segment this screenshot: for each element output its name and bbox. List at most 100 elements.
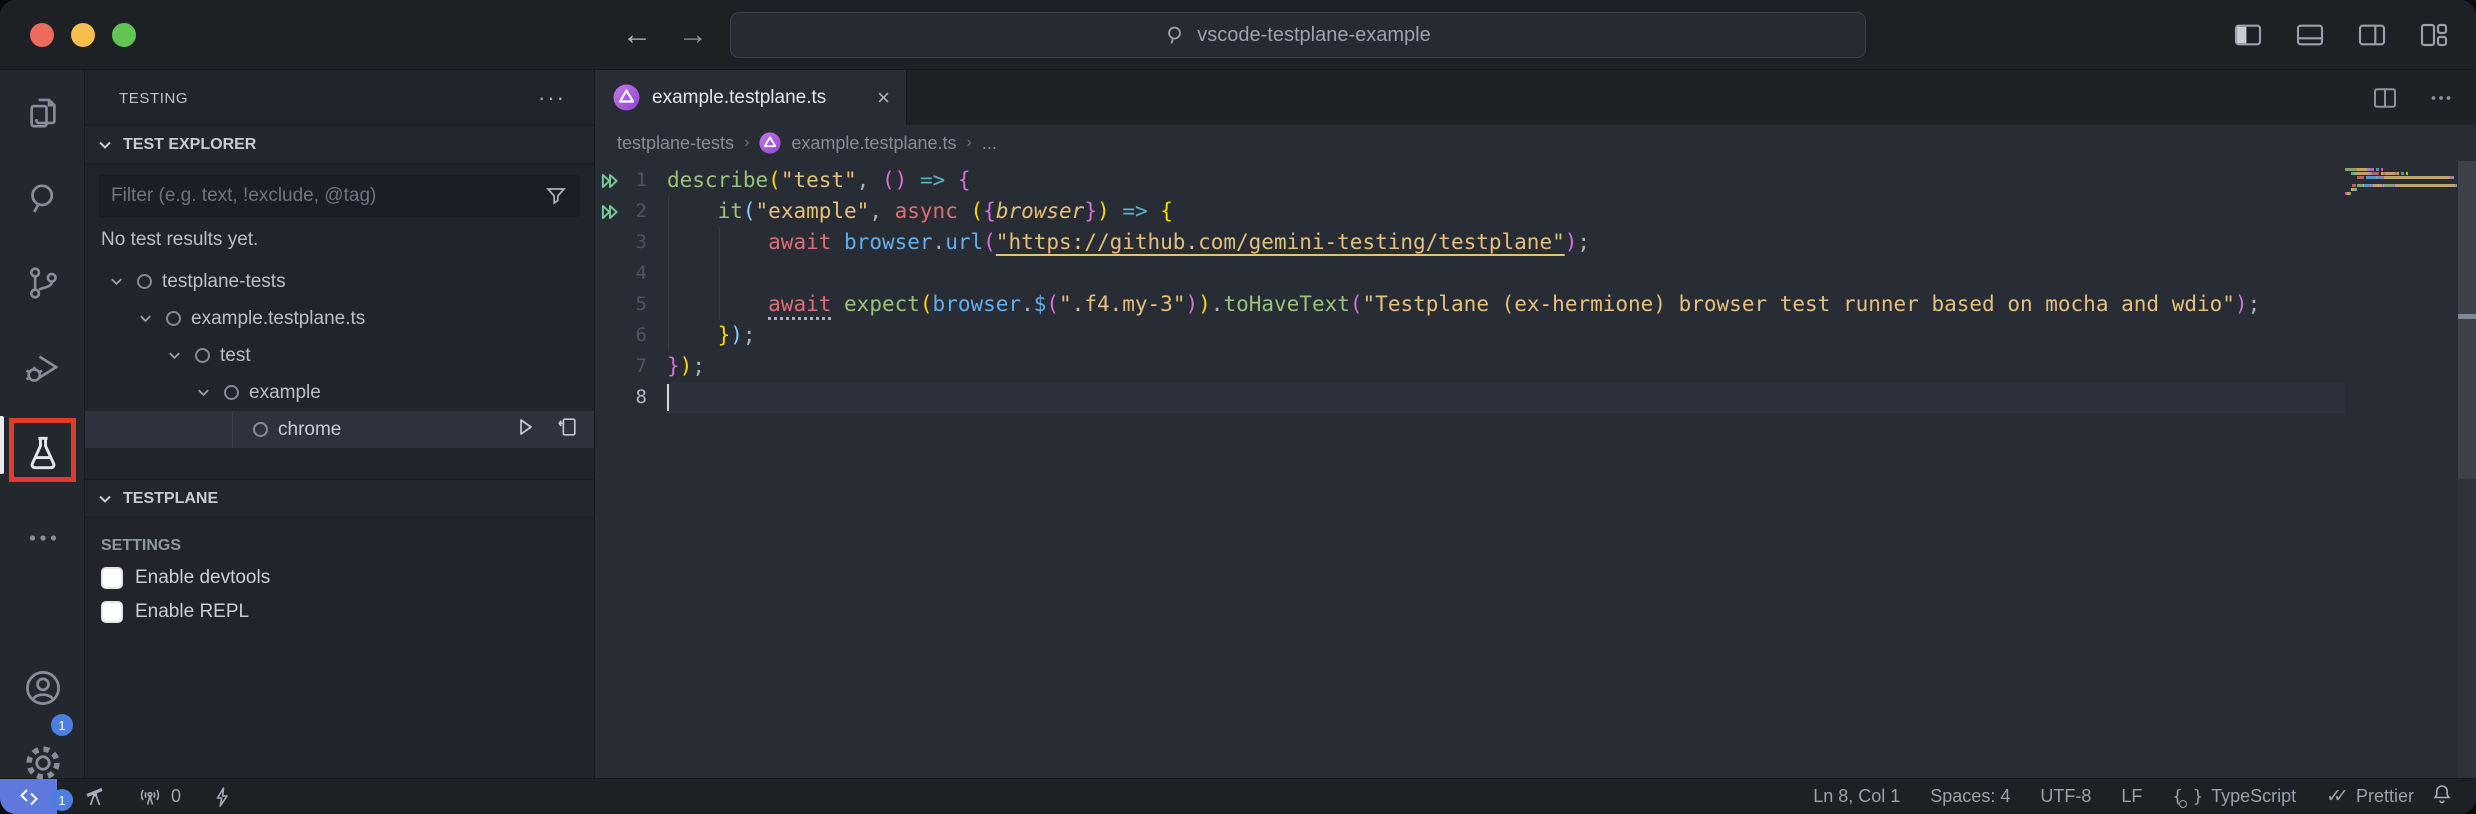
tree-item-example.testplane.ts[interactable]: example.testplane.ts bbox=[85, 300, 594, 337]
customize-layout-icon[interactable] bbox=[2418, 19, 2450, 51]
status-eol[interactable]: LF bbox=[2121, 786, 2142, 807]
navigate-back-icon[interactable]: ← bbox=[622, 18, 652, 52]
split-editor-icon[interactable] bbox=[2370, 83, 2400, 113]
token-fg bbox=[945, 168, 958, 192]
go-to-test-icon[interactable] bbox=[555, 414, 580, 445]
sidebar-item-more-views[interactable] bbox=[0, 495, 85, 580]
tab-example-testplane[interactable]: example.testplane.ts × bbox=[595, 70, 907, 125]
broadcast-icon bbox=[137, 785, 163, 809]
editor-more-actions-icon[interactable] bbox=[2426, 83, 2456, 113]
line-content[interactable]: describe("test", () => { bbox=[667, 165, 2345, 196]
line-content[interactable]: await expect(browser.$(".f4.my-3")).toHa… bbox=[667, 289, 2345, 320]
token-str: ".f4.my-3" bbox=[1059, 292, 1185, 316]
code-line-5[interactable]: 5 await expect(browser.$(".f4.my-3")).to… bbox=[595, 289, 2345, 320]
chevron-down-icon[interactable] bbox=[134, 309, 156, 328]
code-line-3[interactable]: 3 await browser.url("https://github.com/… bbox=[595, 227, 2345, 258]
minimize-icon[interactable] bbox=[71, 23, 95, 47]
scrollbar-thumb[interactable] bbox=[2458, 161, 2476, 479]
tree-item-label: test bbox=[220, 345, 251, 367]
breadcrumb-file[interactable]: example.testplane.ts bbox=[791, 133, 956, 154]
code-editor[interactable]: 1describe("test", () => {2 it("example",… bbox=[595, 161, 2476, 778]
chevron-down-icon[interactable] bbox=[192, 383, 214, 402]
line-content[interactable]: }); bbox=[667, 320, 2345, 351]
code-line-7[interactable]: 7}); bbox=[595, 351, 2345, 382]
titlebar: ← → vscode-testplane-example bbox=[0, 0, 2476, 70]
test-explorer-section-header[interactable]: TEST EXPLORER bbox=[85, 126, 594, 163]
token-fg: ; bbox=[743, 323, 756, 347]
token-b1: ) bbox=[680, 354, 693, 378]
breadcrumb: testplane-tests › example.testplane.ts ›… bbox=[595, 125, 2476, 161]
tree-item-chrome[interactable]: chrome bbox=[85, 411, 594, 448]
status-language-mode[interactable]: { }TypeScript bbox=[2172, 786, 2296, 807]
sidebar-item-source-control[interactable] bbox=[0, 240, 85, 325]
accounts-button[interactable]: 1 bbox=[0, 645, 85, 730]
status-cursor-position[interactable]: Ln 8, Col 1 bbox=[1813, 786, 1900, 807]
code-line-4[interactable]: 4 bbox=[595, 258, 2345, 289]
navigate-forward-icon[interactable]: → bbox=[678, 18, 708, 52]
line-content[interactable]: it("example", async ({browser}) => { bbox=[667, 196, 2345, 227]
toggle-primary-sidebar-icon[interactable] bbox=[2232, 19, 2264, 51]
toggle-panel-icon[interactable] bbox=[2294, 19, 2326, 51]
extension-telescope-button[interactable] bbox=[83, 785, 107, 809]
token-str: "test" bbox=[781, 168, 857, 192]
telescope-icon bbox=[83, 785, 107, 809]
token-str: "example" bbox=[756, 199, 870, 223]
toggle-secondary-sidebar-icon[interactable] bbox=[2356, 19, 2388, 51]
line-content[interactable]: await browser.url("https://github.com/ge… bbox=[667, 227, 2345, 258]
line-content[interactable] bbox=[667, 258, 2345, 289]
run-test-gutter-icon[interactable] bbox=[595, 196, 625, 227]
checkbox[interactable] bbox=[101, 601, 123, 623]
code-line-2[interactable]: 2 it("example", async ({browser}) => { bbox=[595, 196, 2345, 227]
filter-funnel-icon[interactable] bbox=[544, 184, 568, 208]
sidebar-item-search[interactable] bbox=[0, 155, 85, 240]
token-b1: ) bbox=[1097, 199, 1110, 223]
close-icon[interactable] bbox=[30, 23, 54, 47]
gutter-padding bbox=[647, 196, 667, 227]
code-line-1[interactable]: 1describe("test", () => { bbox=[595, 165, 2345, 196]
extension-zap-button[interactable] bbox=[211, 785, 233, 809]
run-test-icon[interactable] bbox=[513, 415, 537, 445]
tree-item-example[interactable]: example bbox=[85, 374, 594, 411]
sidebar-item-explorer[interactable] bbox=[0, 70, 85, 155]
status-indentation[interactable]: Spaces: 4 bbox=[1930, 786, 2010, 807]
view-more-actions-icon[interactable]: ··· bbox=[538, 85, 566, 111]
line-content[interactable]: }); bbox=[667, 351, 2345, 382]
breadcrumb-folder[interactable]: testplane-tests bbox=[617, 133, 734, 154]
zoom-icon[interactable] bbox=[112, 23, 136, 47]
code-line-8[interactable]: 8 bbox=[595, 382, 2345, 413]
minimap[interactable] bbox=[2345, 168, 2457, 200]
tab-label: example.testplane.ts bbox=[652, 87, 826, 109]
code-line-6[interactable]: 6 }); bbox=[595, 320, 2345, 351]
vertical-scrollbar[interactable] bbox=[2458, 161, 2476, 778]
breadcrumb-symbol[interactable]: ... bbox=[982, 133, 997, 154]
double-check-icon: ✓✓ bbox=[2326, 785, 2340, 808]
status-formatter[interactable]: ✓✓Prettier bbox=[2326, 785, 2414, 808]
line-number: 8 bbox=[625, 382, 647, 413]
sidebar-item-run-debug[interactable] bbox=[0, 325, 85, 410]
token-fn: expect bbox=[844, 292, 920, 316]
line-content[interactable] bbox=[667, 382, 2345, 413]
token-fg bbox=[831, 230, 844, 254]
minimap-line bbox=[2345, 180, 2457, 183]
chevron-down-icon[interactable] bbox=[105, 272, 127, 291]
tree-item-test[interactable]: test bbox=[85, 337, 594, 374]
ports-indicator[interactable]: 0 bbox=[137, 785, 181, 809]
status-encoding[interactable]: UTF-8 bbox=[2040, 786, 2091, 807]
token-strlink: "https://github.com/gemini-testing/testp… bbox=[996, 230, 1565, 254]
chevron-down-icon[interactable] bbox=[163, 346, 185, 365]
run-debug-icon bbox=[22, 347, 64, 389]
tree-item-label: testplane-tests bbox=[162, 271, 286, 293]
checkbox-label: Enable REPL bbox=[135, 601, 249, 623]
indent-guide bbox=[668, 196, 669, 227]
command-center-search[interactable]: vscode-testplane-example bbox=[730, 12, 1866, 58]
settings-button[interactable]: 1 bbox=[0, 720, 85, 805]
testplane-section-header[interactable]: TESTPLANE bbox=[85, 480, 594, 517]
explorer-icon bbox=[22, 92, 64, 134]
test-filter-input[interactable] bbox=[111, 185, 544, 207]
notifications-button[interactable] bbox=[2430, 782, 2476, 811]
line-number: 4 bbox=[625, 258, 647, 289]
checkbox[interactable] bbox=[101, 567, 123, 589]
run-test-gutter-icon[interactable] bbox=[595, 165, 625, 196]
tab-close-icon[interactable]: × bbox=[877, 85, 890, 111]
tree-item-testplane-tests[interactable]: testplane-tests bbox=[85, 263, 594, 300]
